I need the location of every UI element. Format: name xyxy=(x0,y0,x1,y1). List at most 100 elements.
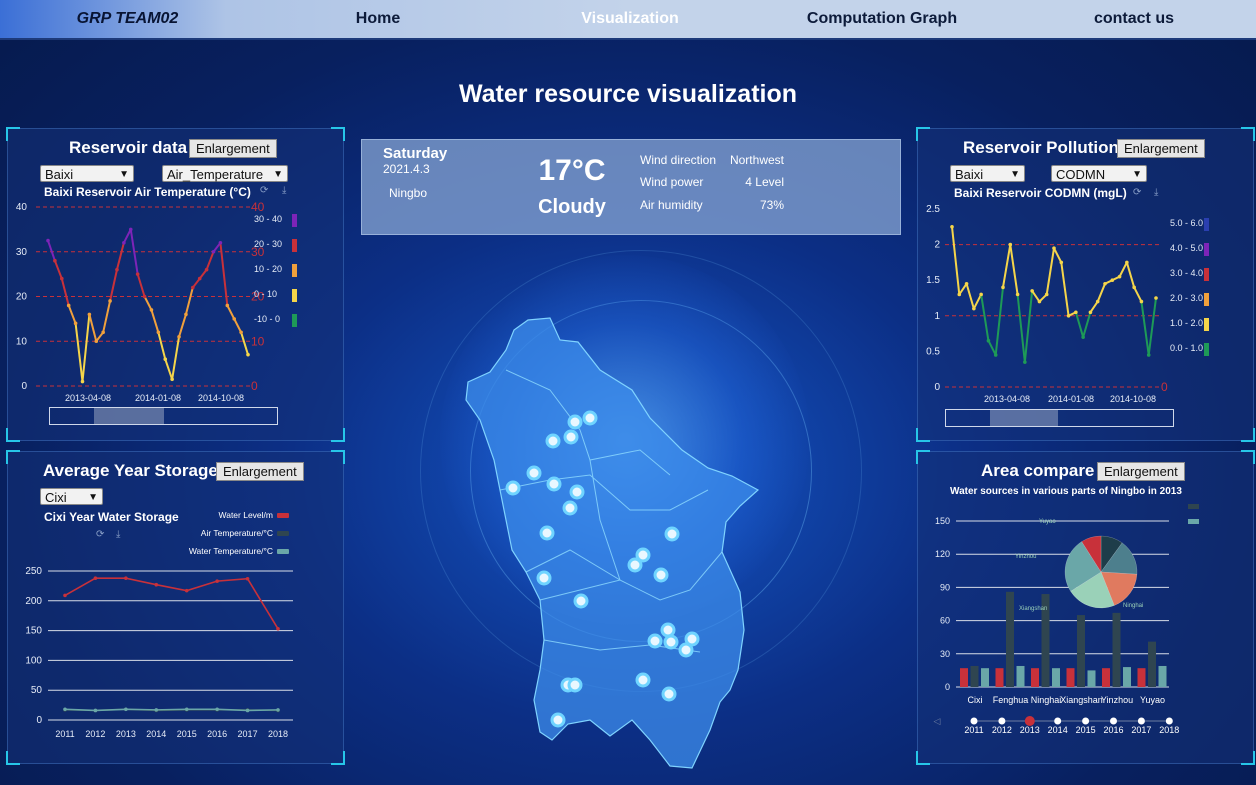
codmn-line-segment xyxy=(1023,290,1034,363)
station-marker[interactable] xyxy=(573,593,589,609)
station-marker[interactable] xyxy=(550,712,566,728)
codmn-point xyxy=(1154,296,1158,300)
codmn-line-segment xyxy=(965,283,975,309)
codmn-line-segment xyxy=(1045,248,1055,295)
station-marker[interactable] xyxy=(661,686,677,702)
station-marker[interactable] xyxy=(569,484,585,500)
series-point xyxy=(184,588,189,593)
reservoir-data-enlargement-button[interactable]: Enlargement xyxy=(189,139,277,158)
temp-line-segment xyxy=(157,332,167,360)
legend-swatch xyxy=(1204,218,1209,231)
area-compare-enlargement-button[interactable]: Enlargement xyxy=(1097,462,1185,481)
temp-line-segment xyxy=(60,278,70,306)
temp-line-segment xyxy=(226,304,236,320)
pollution-reservoir-select[interactable]: Baixi ▼ xyxy=(950,165,1025,182)
pollution-reservoir-value: Baixi xyxy=(955,167,984,182)
timeline-dot xyxy=(1082,717,1090,725)
nav-visualization[interactable]: Visualization xyxy=(560,0,700,38)
reservoir-select[interactable]: Baixi ▼ xyxy=(40,165,134,182)
timeline-label: 2014 xyxy=(1048,725,1068,735)
temp-line-segment xyxy=(53,260,63,279)
temp-line-segment xyxy=(143,296,153,311)
bar xyxy=(1016,665,1025,687)
station-marker[interactable] xyxy=(505,480,521,496)
codmn-line-segment xyxy=(994,287,1004,356)
timeline-dot xyxy=(1110,717,1117,725)
air-temperature-chart: 0 010 1020 2030 3040 402013-04-08 2014-01-08 20… xyxy=(16,200,297,403)
zoom-slider[interactable] xyxy=(945,409,1174,427)
station-marker[interactable] xyxy=(653,567,669,583)
codmn-line-segment xyxy=(1089,300,1099,313)
area-compare-title: Area compare xyxy=(981,461,1095,480)
temp-point xyxy=(122,241,126,245)
chevron-down-icon: ▼ xyxy=(119,169,129,180)
station-marker[interactable] xyxy=(647,633,663,649)
pollution-metric-select[interactable]: CODMN ▼ xyxy=(1051,165,1147,182)
station-marker[interactable] xyxy=(545,433,561,449)
temp-point xyxy=(108,299,112,303)
temp-point xyxy=(46,238,50,243)
temp-line-segment xyxy=(233,318,242,333)
bar xyxy=(981,668,989,687)
legend-swatch xyxy=(277,531,289,536)
station-marker[interactable] xyxy=(526,465,542,481)
y-tick-label: 30 xyxy=(16,247,28,258)
temp-point xyxy=(204,267,209,272)
legend-label: Water Level/m xyxy=(219,510,273,520)
station-marker[interactable] xyxy=(562,500,578,516)
timeline-dot xyxy=(998,717,1006,725)
download-icon[interactable]: ⤓ xyxy=(282,185,286,196)
zoom-slider[interactable] xyxy=(49,407,278,425)
timeline-dot xyxy=(970,717,978,725)
pie-label: Yuyao xyxy=(1039,519,1056,525)
station-marker[interactable] xyxy=(663,634,679,650)
reservoir-pollution-enlargement-button[interactable]: Enlargement xyxy=(1117,139,1205,158)
station-marker[interactable] xyxy=(536,570,552,586)
nav-contact-us[interactable]: contact us xyxy=(1080,0,1188,38)
zoom-slider-window[interactable] xyxy=(94,408,164,424)
station-marker[interactable] xyxy=(627,557,643,573)
series-point xyxy=(215,579,219,583)
timeline-label: 2013 xyxy=(1020,725,1040,735)
metric-select[interactable]: Air_Temperature ▼ xyxy=(162,165,288,182)
zoom-slider-window[interactable] xyxy=(990,410,1058,426)
station-marker[interactable] xyxy=(567,414,583,430)
pie-label: Yinzhou xyxy=(1015,554,1036,560)
station-marker[interactable] xyxy=(678,642,694,658)
station-marker[interactable] xyxy=(567,677,583,693)
station-marker[interactable] xyxy=(539,525,555,541)
y-tick-label-right: 10 xyxy=(251,334,265,348)
reservoir-data-title: Reservoir data xyxy=(69,138,188,157)
station-marker[interactable] xyxy=(546,476,562,492)
temp-line-segment xyxy=(171,336,181,380)
y-tick-label: 200 xyxy=(25,596,42,607)
station-marker[interactable] xyxy=(660,622,676,638)
x-tick-label: 2017 xyxy=(238,729,258,739)
codmn-point xyxy=(1044,292,1049,297)
legend-label: 0 - 10 xyxy=(254,289,277,299)
nav-home[interactable]: Home xyxy=(318,0,438,38)
timeline-label: 2017 xyxy=(1131,725,1151,735)
x-tick-label: 2014-01-08 xyxy=(135,393,181,403)
station-marker[interactable] xyxy=(664,526,680,542)
timeline-label: 2016 xyxy=(1103,725,1123,735)
x-tick-label: 2018 xyxy=(268,729,288,739)
refresh-icon[interactable]: ⟳ xyxy=(260,185,268,196)
temp-point xyxy=(53,258,57,263)
y-tick-label: 10 xyxy=(16,336,28,347)
nav-computation-graph[interactable]: Computation Graph xyxy=(790,0,974,38)
codmn-line-segment xyxy=(987,340,997,356)
codmn-point xyxy=(1103,281,1107,286)
legend-swatch xyxy=(292,314,297,327)
station-marker[interactable] xyxy=(635,672,651,688)
brand-logo[interactable]: GRP TEAM02 xyxy=(40,0,215,38)
station-marker[interactable] xyxy=(563,429,579,445)
legend-swatch xyxy=(292,239,297,252)
temp-point xyxy=(59,276,64,281)
y-tick-label: 2.5 xyxy=(926,204,940,215)
avg-storage-enlargement-button[interactable]: Enlargement xyxy=(216,462,304,481)
legend-label: 4.0 - 5.0 xyxy=(1170,243,1203,253)
bar xyxy=(1031,668,1039,687)
y-tick-label: 0 xyxy=(934,382,940,393)
station-marker[interactable] xyxy=(582,410,598,426)
